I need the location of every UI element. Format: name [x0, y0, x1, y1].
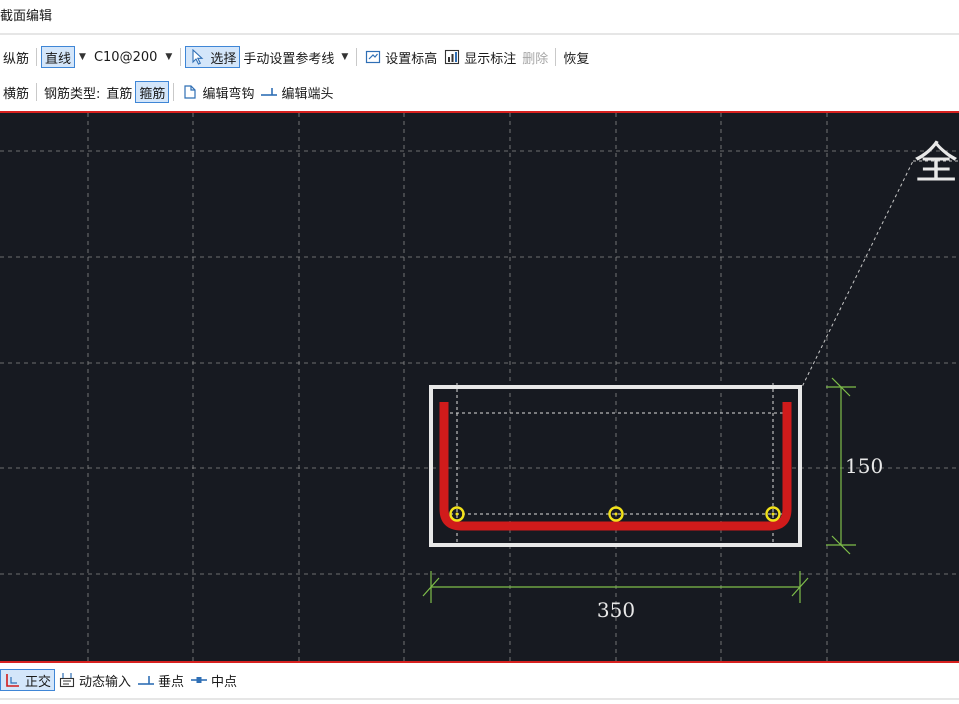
title-divider	[0, 33, 959, 35]
dynamic-input-label: 动态输入	[79, 674, 132, 690]
rebar-toolbar: 横筋 钢筋类型: 直筋 箍筋 编辑弯钩 编辑端头	[0, 79, 959, 105]
toolbar-separator	[36, 48, 38, 66]
transverse-rebar-button[interactable]: 横筋	[0, 81, 32, 103]
select-tool-label: 选择	[210, 51, 237, 67]
reference-line-dropdown-arrow[interactable]: ▼	[341, 52, 348, 62]
dynamic-input-icon	[58, 671, 76, 689]
toolbar-separator	[180, 48, 182, 66]
line-mode-button[interactable]: 直线	[41, 46, 76, 68]
window-title: 截面编辑	[0, 9, 53, 24]
dynamic-input-toggle[interactable]: 动态输入	[55, 669, 134, 691]
end-edit-icon	[260, 83, 278, 101]
straight-rebar-button[interactable]: 直筋	[103, 81, 135, 103]
main-toolbar: 纵筋 直线 ▼ C10@200 ▼ 选择 手动设置参考线 ▼ 设置标高 显示标注…	[0, 44, 959, 70]
set-elevation-button[interactable]: 设置标高	[361, 46, 440, 68]
midpoint-icon	[190, 671, 208, 689]
midpoint-snap-toggle[interactable]: 中点	[187, 669, 240, 691]
spec-combo[interactable]: C10@200	[90, 46, 161, 68]
perpendicular-snap-toggle[interactable]: 垂点	[134, 669, 187, 691]
select-tool-button[interactable]: 选择	[185, 46, 241, 68]
toolbar-separator	[356, 48, 358, 66]
edit-end-button[interactable]: 编辑端头	[257, 81, 336, 103]
title-bar: 截面编辑	[0, 0, 959, 28]
perpendicular-icon	[137, 671, 155, 689]
canvas-drawing[interactable]: 全 350 150	[0, 113, 959, 661]
ortho-label: 正交	[25, 674, 52, 690]
elevation-icon	[364, 48, 382, 66]
rebar-type-label: 钢筋类型:	[44, 86, 101, 102]
manual-reference-line-button[interactable]: 手动设置参考线	[240, 46, 337, 68]
longitudinal-rebar-button[interactable]: 纵筋	[0, 46, 32, 68]
toolbar-separator	[36, 83, 38, 101]
annotation-icon	[443, 48, 461, 66]
show-annotation-button[interactable]: 显示标注	[440, 46, 519, 68]
edit-hook-button[interactable]: 编辑弯钩	[178, 81, 257, 103]
perpendicular-label: 垂点	[158, 674, 185, 690]
delete-button[interactable]: 删除	[519, 46, 551, 68]
width-dimension-label: 350	[597, 598, 635, 622]
ortho-toggle[interactable]: 正交	[0, 669, 56, 691]
line-mode-dropdown-arrow[interactable]: ▼	[79, 52, 86, 62]
toolbar-separator	[173, 83, 175, 101]
callout-text: 全	[914, 138, 958, 189]
toolbar-separator	[555, 48, 557, 66]
height-dimension-label: 150	[845, 454, 883, 478]
midpoint-label: 中点	[211, 674, 238, 690]
ortho-icon	[4, 671, 22, 689]
cursor-arrow-icon	[189, 48, 207, 66]
spec-dropdown-arrow[interactable]: ▼	[165, 52, 172, 62]
stirrup-button[interactable]: 箍筋	[135, 81, 170, 103]
status-bar: 正交 动态输入 垂点 中点	[0, 666, 959, 694]
restore-button[interactable]: 恢复	[560, 46, 592, 68]
show-annotation-label: 显示标注	[464, 51, 517, 67]
edit-hook-label: 编辑弯钩	[202, 86, 255, 102]
spec-value: C10@200	[93, 49, 158, 65]
drawing-canvas[interactable]: 全 350 150	[0, 111, 959, 663]
callout-leader-line	[799, 160, 914, 392]
set-elevation-label: 设置标高	[385, 51, 438, 67]
edit-end-label: 编辑端头	[281, 86, 334, 102]
bottom-divider	[0, 698, 959, 700]
hook-edit-icon	[181, 83, 199, 101]
